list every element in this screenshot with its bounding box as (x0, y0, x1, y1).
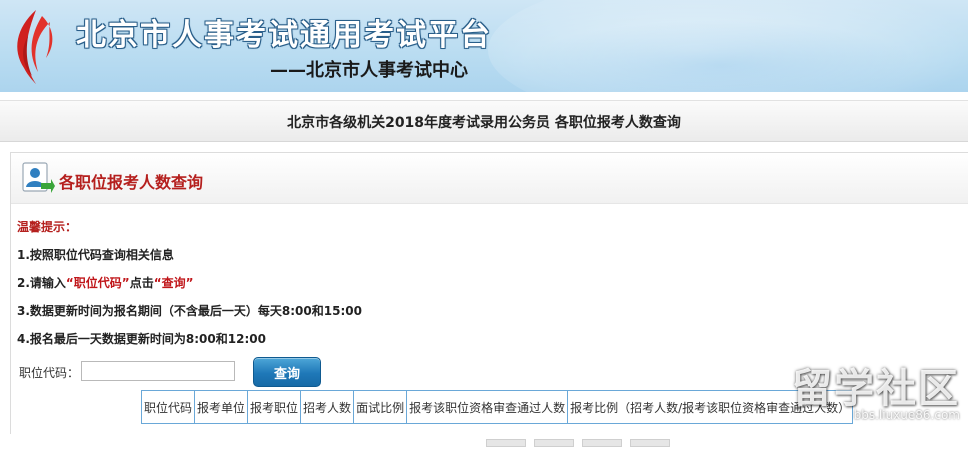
position-code-input[interactable] (81, 361, 235, 381)
tips-section: 温馨提示： 1.按照职位代码查询相关信息 2.请输入“职位代码”点击“查询” 3… (17, 213, 362, 353)
pager-button[interactable] (582, 439, 622, 447)
pager-button[interactable] (486, 439, 526, 447)
user-query-icon (22, 162, 55, 193)
tip-text: 点击 (129, 276, 154, 290)
column-header: 报考单位 (194, 390, 249, 424)
column-header: 报考该职位资格审查通过人数 (406, 390, 569, 424)
flame-logo-icon (17, 10, 53, 84)
results-table: 职位代码 报考单位 报考职位 招考人数 面试比例 报考该职位资格审查通过人数 报… (140, 390, 854, 424)
column-header: 职位代码 (140, 390, 196, 424)
panel-title: 各职位报考人数查询 (59, 173, 204, 192)
tip-line: 1.按照职位代码查询相关信息 (17, 248, 174, 262)
exam-title: 北京市各级机关2018年度考试录用公务员 各职位报考人数查询 (287, 115, 681, 131)
tip-line: 3.数据更新时间为报名期间（不含最后一天）每天8:00和15:00 (17, 304, 362, 318)
tip-line: 2.请输入“职位代码”点击“查询” (17, 269, 362, 297)
column-header: 招考人数 (300, 390, 355, 424)
pager (486, 432, 678, 451)
panel-header: 各职位报考人数查询 (11, 153, 968, 204)
column-header: 面试比例 (353, 390, 408, 424)
position-code-label: 职位代码： (19, 366, 80, 380)
query-button[interactable]: 查询 (253, 357, 321, 387)
column-header: 报考职位 (247, 390, 302, 424)
site-subtitle: ——北京市人事考试中心 (270, 60, 468, 81)
tip-highlight: “查询” (153, 276, 194, 290)
table-header-row: 职位代码 报考单位 报考职位 招考人数 面试比例 报考该职位资格审查通过人数 报… (140, 390, 854, 424)
site-title: 北京市人事考试通用考试平台 (76, 18, 492, 53)
pager-button[interactable] (534, 439, 574, 447)
header-banner: 北京市人事考试通用考试平台 ——北京市人事考试中心 (0, 0, 968, 92)
tips-heading: 温馨提示： (17, 220, 78, 234)
tip-text: 2.请输入 (17, 276, 66, 290)
tip-line: 4.报名最后一天数据更新时间为8:00和12:00 (17, 332, 266, 346)
exam-title-bar: 北京市各级机关2018年度考试录用公务员 各职位报考人数查询 (0, 100, 968, 142)
watermark-brand: 留学社区 (792, 366, 960, 412)
tip-highlight: “职位代码” (65, 276, 130, 290)
watermark: 留学社区 bbs.liuxue86.com (792, 356, 960, 422)
pager-button[interactable] (630, 439, 670, 447)
